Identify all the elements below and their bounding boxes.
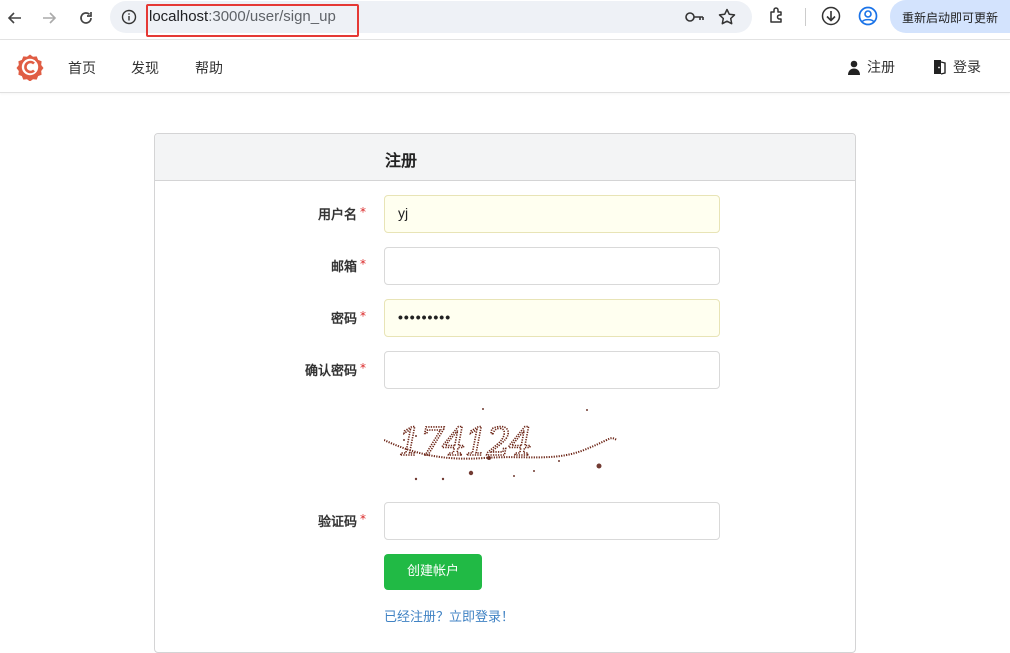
captcha-label: 验证码 * (317, 512, 366, 530)
password-label: 密码 * (330, 309, 366, 327)
extensions-puzzle-icon[interactable] (767, 6, 787, 26)
password-value: ••••••••• (398, 309, 452, 325)
already-registered-login-link[interactable]: 已经注册？立即登录！ (384, 606, 514, 625)
captcha-text: 174124 (398, 420, 531, 464)
sign-in-icon (934, 60, 946, 75)
confirm-password-label: 确认密码 * (304, 361, 366, 379)
email-input[interactable] (384, 247, 720, 285)
download-icon[interactable] (820, 5, 842, 27)
key-icon[interactable] (685, 9, 705, 25)
confirm-password-input[interactable] (384, 351, 720, 389)
username-input[interactable]: yj (384, 195, 720, 233)
captcha-input[interactable] (384, 502, 720, 540)
reload-icon[interactable] (74, 6, 98, 30)
required-mark: * (360, 309, 366, 323)
user-icon (848, 60, 860, 75)
bookmark-star-icon[interactable] (717, 7, 737, 27)
update-button[interactable]: 重新启动即可更新 (890, 0, 1010, 33)
forward-arrow-icon[interactable] (37, 6, 61, 30)
create-account-button[interactable]: 创建帐户 (384, 554, 482, 590)
browser-toolbar: localhost:3000/user/sign_up 重新启动即可更新 (0, 0, 1010, 40)
back-arrow-icon[interactable] (3, 6, 27, 30)
info-icon[interactable] (121, 9, 137, 25)
nav-home-link[interactable]: 首页 (68, 58, 96, 78)
captcha-image[interactable]: 174124 (384, 406, 624, 486)
required-mark: * (360, 361, 366, 375)
nav-register-link[interactable]: 注册 (847, 57, 895, 77)
nav-login-label: 登录 (953, 60, 981, 76)
required-mark: * (360, 205, 366, 219)
username-label: 用户名 * (317, 205, 366, 223)
url-text[interactable]: localhost:3000/user/sign_up (149, 8, 336, 25)
toolbar-divider (805, 8, 806, 26)
signup-form-card: 注册 用户名 * yj 邮箱 * 密码 * ••••••••• 确认密码 * 17412… (154, 133, 856, 653)
gitea-logo-icon[interactable] (16, 53, 44, 81)
nav-login-link[interactable]: 登录 (933, 57, 981, 77)
address-bar[interactable]: localhost:3000/user/sign_up (110, 1, 752, 37)
nav-help-link[interactable]: 帮助 (195, 58, 223, 78)
email-label: 邮箱 * (330, 257, 366, 275)
nav-register-label: 注册 (867, 60, 895, 76)
profile-icon[interactable] (857, 5, 879, 27)
site-header: 首页 发现 帮助 注册 登录 (0, 40, 1010, 93)
nav-explore-link[interactable]: 发现 (131, 58, 159, 78)
required-mark: * (360, 512, 366, 526)
required-mark: * (360, 257, 366, 271)
form-title: 注册 (385, 151, 418, 170)
card-header: 注册 (155, 134, 855, 181)
password-input[interactable]: ••••••••• (384, 299, 720, 337)
